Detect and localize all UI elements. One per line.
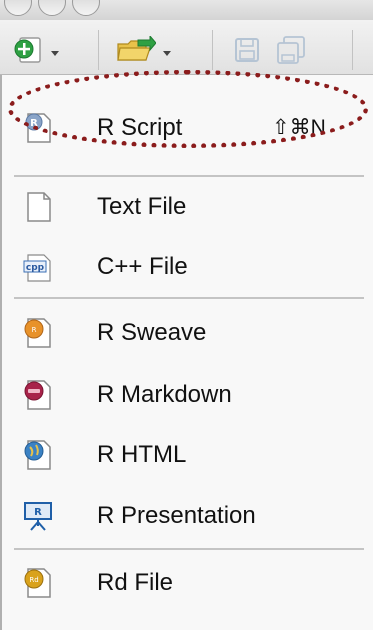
- svg-text:R: R: [32, 326, 37, 334]
- close-window-button[interactable]: [4, 0, 32, 16]
- menu-item-label: R Script: [97, 114, 183, 141]
- menu-item-label: R Markdown: [97, 381, 232, 408]
- svg-text:R: R: [34, 507, 42, 518]
- cpp-file-icon: cpp: [22, 251, 54, 283]
- text-file-icon: [22, 191, 54, 223]
- new-file-menu: R R Script ⇧⌘N Text File cpp C++ File R …: [0, 75, 373, 630]
- menu-item-r-markdown[interactable]: R Markdown: [2, 367, 373, 423]
- menu-item-text-file[interactable]: Text File: [2, 179, 373, 235]
- r-html-icon: [22, 439, 54, 471]
- new-file-dropdown[interactable]: [48, 36, 62, 64]
- menu-item-label: Rd File: [97, 569, 174, 596]
- save-all-button[interactable]: [276, 36, 308, 64]
- new-file-button[interactable]: [14, 36, 44, 64]
- menu-item-label: R Sweave: [97, 319, 207, 346]
- menu-item-label: R HTML: [97, 441, 187, 468]
- r-sweave-icon: R: [22, 317, 54, 349]
- save-all-icon: [277, 36, 305, 64]
- keyboard-shortcut: ⇧⌘N: [272, 116, 326, 139]
- svg-text:R: R: [30, 118, 38, 129]
- window-titlebar: [0, 0, 373, 20]
- main-toolbar: [0, 20, 373, 75]
- toolbar-separator: [352, 30, 353, 70]
- chevron-down-icon: [51, 51, 59, 56]
- open-folder-icon: [117, 34, 157, 61]
- open-file-dropdown[interactable]: [160, 36, 174, 64]
- menu-item-rd-file[interactable]: Rd Rd File: [2, 555, 373, 611]
- toolbar-separator: [98, 30, 99, 70]
- zoom-window-button[interactable]: [72, 0, 100, 16]
- menu-item-label: R Presentation: [97, 502, 256, 529]
- menu-divider: [14, 548, 364, 550]
- menu-item-r-script[interactable]: R R Script ⇧⌘N: [2, 100, 373, 156]
- save-icon: [235, 38, 259, 62]
- r-markdown-icon: [22, 379, 54, 411]
- new-file-icon: [14, 37, 41, 63]
- menu-item-cpp-file[interactable]: cpp C++ File: [2, 239, 373, 295]
- chevron-down-icon: [163, 51, 171, 56]
- menu-item-r-presentation[interactable]: R R Presentation: [2, 488, 373, 544]
- svg-text:Rd: Rd: [29, 576, 38, 584]
- menu-item-r-html[interactable]: R HTML: [2, 427, 373, 483]
- open-file-button[interactable]: [116, 34, 157, 64]
- menu-item-label: Text File: [97, 193, 187, 220]
- menu-divider: [14, 297, 364, 299]
- menu-item-label: C++ File: [97, 253, 188, 280]
- menu-divider: [14, 175, 364, 177]
- save-button[interactable]: [234, 36, 262, 64]
- r-script-icon: R: [22, 112, 54, 144]
- r-presentation-icon: R: [22, 500, 54, 532]
- cpp-icon-text: cpp: [26, 263, 45, 273]
- minimize-window-button[interactable]: [38, 0, 66, 16]
- menu-item-r-sweave[interactable]: R R Sweave: [2, 305, 373, 361]
- rd-file-icon: Rd: [22, 567, 54, 599]
- toolbar-separator: [212, 30, 213, 70]
